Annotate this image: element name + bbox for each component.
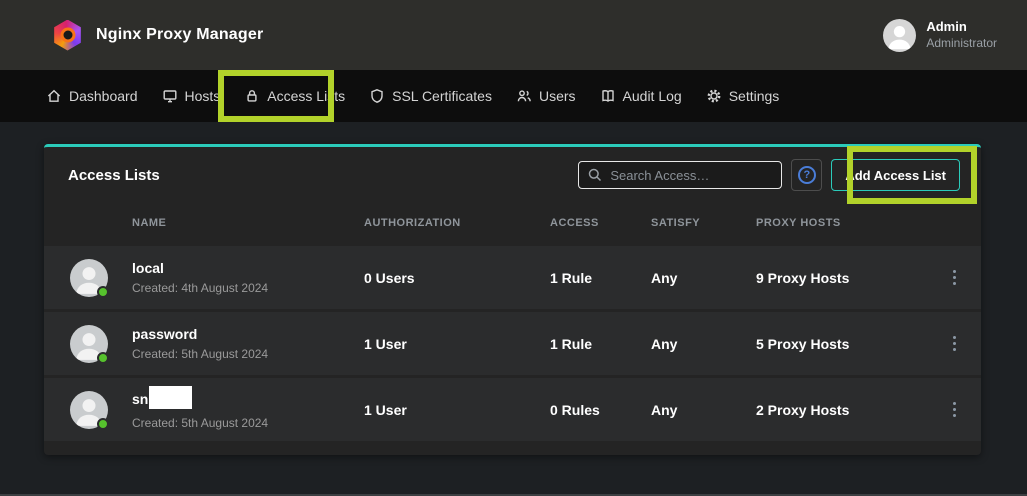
table-row[interactable]: sn Created: 5th August 2024 1 User 0 Rul… [44, 378, 981, 441]
app-title: Nginx Proxy Manager [96, 26, 263, 44]
table-header-row: NAME AUTHORIZATION ACCESS SATISFY PROXY … [44, 203, 981, 243]
access-lists-panel: Access Lists ? Add Access List NAME AUTH… [44, 144, 981, 455]
access-list-name: local [132, 260, 364, 277]
gear-icon [706, 88, 722, 104]
avatar [70, 325, 108, 363]
shield-icon [369, 88, 385, 104]
book-icon [600, 88, 616, 104]
panel-header: Access Lists ? Add Access List [44, 147, 981, 203]
satisfy-value: Any [651, 402, 756, 418]
access-value: 1 Rule [550, 336, 651, 352]
access-value: 0 Rules [550, 402, 651, 418]
users-icon [516, 88, 532, 104]
satisfy-value: Any [651, 270, 756, 286]
access-value: 1 Rule [550, 270, 651, 286]
home-icon [46, 88, 62, 104]
avatar [70, 391, 108, 429]
user-name: Admin [926, 19, 997, 35]
help-button[interactable]: ? [791, 159, 822, 191]
app-logo-icon [52, 20, 83, 51]
proxy-hosts-value: 5 Proxy Hosts [756, 336, 947, 352]
proxy-hosts-value: 9 Proxy Hosts [756, 270, 947, 286]
search-icon [587, 167, 603, 183]
nav-item-users[interactable]: Users [516, 88, 576, 104]
row-menu-kebab-icon[interactable] [947, 402, 961, 417]
table-row[interactable]: local Created: 4th August 2024 0 Users 1… [44, 246, 981, 309]
authorization-value: 0 Users [364, 270, 550, 286]
column-header-proxy-hosts: PROXY HOSTS [756, 217, 947, 229]
authorization-value: 1 User [364, 336, 550, 352]
row-menu-kebab-icon[interactable] [947, 270, 961, 285]
column-header-name: NAME [132, 217, 364, 229]
avatar [70, 259, 108, 297]
column-header-authorization: AUTHORIZATION [364, 217, 550, 229]
search-box [578, 161, 782, 189]
help-circle-icon: ? [798, 166, 816, 184]
person-icon [883, 19, 916, 52]
satisfy-value: Any [651, 336, 756, 352]
nav-item-audit-log[interactable]: Audit Log [600, 88, 682, 104]
access-list-name: sn [132, 389, 364, 412]
created-date: Created: 5th August 2024 [132, 416, 364, 430]
lock-icon [244, 88, 260, 104]
authorization-value: 1 User [364, 402, 550, 418]
user-menu[interactable]: Admin Administrator [883, 19, 997, 52]
row-menu-kebab-icon[interactable] [947, 336, 961, 351]
panel-title: Access Lists [68, 167, 160, 184]
status-dot [97, 286, 109, 298]
created-date: Created: 5th August 2024 [132, 347, 364, 361]
search-input[interactable] [578, 161, 782, 189]
app-header: Nginx Proxy Manager Admin Administrator [0, 0, 1027, 70]
nav-item-ssl-certificates[interactable]: SSL Certificates [369, 88, 492, 104]
nav-item-access-lists[interactable]: Access Lists [244, 88, 345, 104]
user-role: Administrator [926, 36, 997, 51]
proxy-hosts-value: 2 Proxy Hosts [756, 402, 947, 418]
nav-item-settings[interactable]: Settings [706, 88, 780, 104]
main-nav: Dashboard Hosts Access Lists SSL Certifi… [0, 70, 1027, 122]
user-avatar[interactable] [883, 19, 916, 52]
access-list-name: password [132, 326, 364, 343]
add-access-list-button[interactable]: Add Access List [831, 159, 960, 191]
logo-ring [60, 28, 75, 43]
column-header-access: ACCESS [550, 217, 651, 229]
nav-item-dashboard[interactable]: Dashboard [46, 88, 138, 104]
status-dot [97, 352, 109, 364]
monitor-icon [162, 88, 178, 104]
status-dot [97, 418, 109, 430]
redaction-box [149, 386, 192, 409]
column-header-satisfy: SATISFY [651, 217, 756, 229]
created-date: Created: 4th August 2024 [132, 281, 364, 295]
nav-item-hosts[interactable]: Hosts [162, 88, 221, 104]
table-row[interactable]: password Created: 5th August 2024 1 User… [44, 312, 981, 375]
